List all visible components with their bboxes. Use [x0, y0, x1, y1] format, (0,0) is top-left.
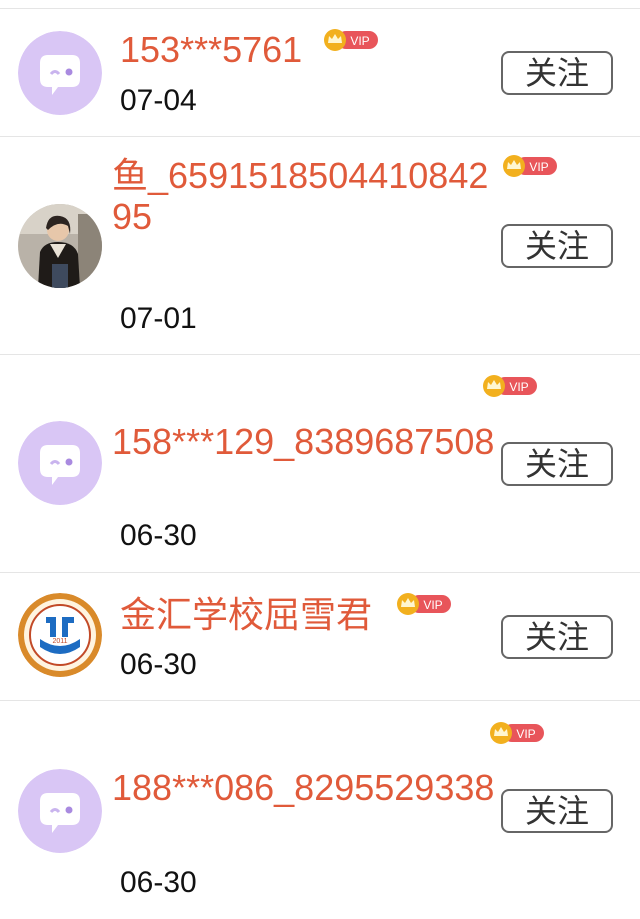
user-name[interactable]: 153***5761 [120, 29, 302, 70]
svg-text:VIP: VIP [509, 380, 528, 394]
user-name[interactable]: 金汇学校屈雪君 [120, 594, 372, 635]
vip-badge-icon: VIP [503, 155, 557, 177]
svg-text:VIP: VIP [350, 34, 369, 48]
follow-button[interactable]: 关注 [501, 442, 613, 486]
list-item[interactable]: 鱼_659151850441084295 VIP 07-01 关注 [0, 137, 640, 355]
follow-button[interactable]: 关注 [501, 224, 613, 268]
list-item[interactable]: 153***5761 VIP 07-04 关注 [0, 9, 640, 137]
follow-button[interactable]: 关注 [501, 789, 613, 833]
svg-text:2011: 2011 [52, 638, 67, 645]
list-item[interactable]: 158***129_8389687508 VIP 06-30 关注 [0, 355, 640, 573]
follow-date: 06-30 [120, 648, 197, 681]
vip-badge-icon: VIP [490, 722, 544, 744]
default-chat-avatar[interactable] [18, 31, 102, 115]
default-chat-avatar[interactable] [18, 769, 102, 853]
default-chat-avatar[interactable] [18, 421, 102, 505]
follow-date: 07-01 [120, 302, 197, 335]
vip-badge-icon: VIP [397, 593, 451, 615]
user-name[interactable]: 158***129_8389687508 [112, 421, 498, 462]
svg-text:VIP: VIP [516, 727, 535, 741]
vip-badge-icon: VIP [324, 29, 378, 51]
svg-text:VIP: VIP [529, 160, 548, 174]
vip-badge-icon: VIP [483, 375, 537, 397]
list-item[interactable]: 188***086_8295529338 VIP 06-30 关注 [0, 701, 640, 919]
school-logo-avatar[interactable]: 2011 [18, 593, 102, 677]
follow-date: 06-30 [120, 866, 197, 899]
user-name[interactable]: 鱼_659151850441084295 [112, 155, 498, 237]
follow-button[interactable]: 关注 [501, 615, 613, 659]
svg-text:VIP: VIP [423, 598, 442, 612]
follow-date: 06-30 [120, 519, 197, 552]
follow-date: 07-04 [120, 84, 197, 117]
photo-avatar[interactable] [18, 204, 102, 288]
user-name[interactable]: 188***086_8295529338 [112, 767, 498, 808]
list-item[interactable]: 2011 金汇学校屈雪君 VIP 06-30 关注 [0, 573, 640, 701]
follow-button[interactable]: 关注 [501, 51, 613, 95]
